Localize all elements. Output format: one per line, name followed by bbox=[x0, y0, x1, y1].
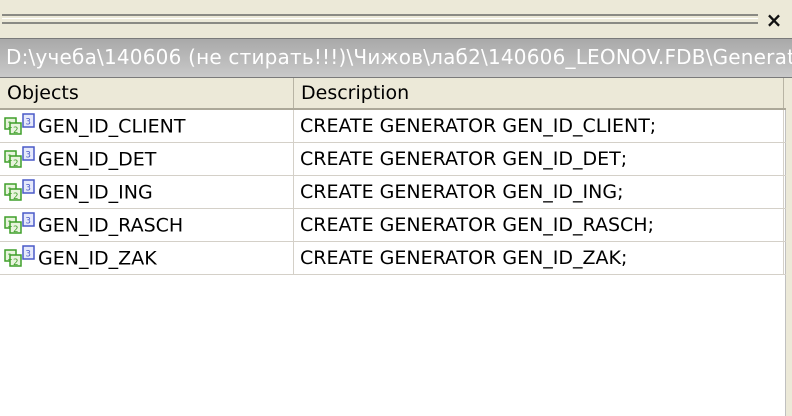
object-name: GEN_ID_DET bbox=[38, 148, 157, 171]
object-name: GEN_ID_ING bbox=[38, 181, 153, 204]
grid-header: Objects Description bbox=[0, 78, 786, 110]
svg-text:2: 2 bbox=[13, 225, 18, 235]
svg-text:1: 1 bbox=[7, 154, 12, 164]
object-name: GEN_ID_ZAK bbox=[38, 247, 157, 270]
object-cell[interactable]: 1 2 3 GEN_ID_CLIENT bbox=[0, 110, 294, 142]
object-name: GEN_ID_CLIENT bbox=[38, 115, 186, 138]
object-cell[interactable]: 1 2 3 GEN_ID_ING bbox=[0, 176, 294, 208]
grip-lines bbox=[2, 14, 758, 24]
panel-grip-bar[interactable]: × bbox=[0, 0, 792, 36]
svg-text:3: 3 bbox=[26, 217, 31, 227]
description-cell[interactable]: CREATE GENERATOR GEN_ID_CLIENT; bbox=[294, 110, 784, 142]
column-header-description[interactable]: Description bbox=[294, 78, 784, 108]
generator-icon: 123 bbox=[4, 244, 36, 270]
svg-text:1: 1 bbox=[7, 187, 12, 197]
svg-text:3: 3 bbox=[26, 184, 31, 194]
objects-grid: Objects Description 1 2 3 GEN_ID_CLIENT CREA… bbox=[0, 78, 786, 416]
svg-text:1: 1 bbox=[7, 253, 12, 263]
generator-icon: 123 bbox=[4, 112, 36, 138]
object-cell[interactable]: 1 2 3 GEN_ID_RASCH bbox=[0, 209, 294, 241]
generator-icon: 123 bbox=[4, 178, 36, 204]
column-header-objects[interactable]: Objects bbox=[0, 78, 294, 108]
description-cell[interactable]: CREATE GENERATOR GEN_ID_ING; bbox=[294, 176, 784, 208]
object-path-text: D:\учеба\140606 (не стирать!!!)\Чижов\ла… bbox=[6, 45, 792, 69]
description-cell[interactable]: CREATE GENERATOR GEN_ID_ZAK; bbox=[294, 242, 784, 274]
svg-text:3: 3 bbox=[26, 151, 31, 161]
generators-panel: × D:\учеба\140606 (не стирать!!!)\Чижов\… bbox=[0, 0, 792, 416]
table-row[interactable]: 1 2 3 GEN_ID_ING CREATE GENERATOR GEN_ID_ING… bbox=[0, 176, 786, 209]
svg-text:1: 1 bbox=[7, 220, 12, 230]
object-name: GEN_ID_RASCH bbox=[38, 214, 184, 237]
object-cell[interactable]: 1 2 3 GEN_ID_DET bbox=[0, 143, 294, 175]
svg-text:2: 2 bbox=[13, 192, 18, 202]
svg-text:2: 2 bbox=[13, 258, 18, 268]
svg-text:3: 3 bbox=[26, 250, 31, 260]
svg-text:2: 2 bbox=[13, 159, 18, 169]
object-cell[interactable]: 1 2 3 GEN_ID_ZAK bbox=[0, 242, 294, 274]
generator-icon: 123 bbox=[4, 211, 36, 237]
table-row[interactable]: 1 2 3 GEN_ID_RASCH CREATE GENERATOR GEN_ID_R… bbox=[0, 209, 786, 242]
svg-text:1: 1 bbox=[7, 121, 12, 131]
table-row[interactable]: 1 2 3 GEN_ID_CLIENT CREATE GENERATOR GEN_ID_… bbox=[0, 110, 786, 143]
description-cell[interactable]: CREATE GENERATOR GEN_ID_DET; bbox=[294, 143, 784, 175]
description-cell[interactable]: CREATE GENERATOR GEN_ID_RASCH; bbox=[294, 209, 784, 241]
table-row[interactable]: 1 2 3 GEN_ID_ZAK CREATE GENERATOR GEN_ID_ZAK… bbox=[0, 242, 786, 275]
table-row[interactable]: 1 2 3 GEN_ID_DET CREATE GENERATOR GEN_ID_DET… bbox=[0, 143, 786, 176]
svg-text:3: 3 bbox=[26, 118, 31, 128]
object-path-bar: D:\учеба\140606 (не стирать!!!)\Чижов\ла… bbox=[0, 38, 792, 78]
grid-rows: 1 2 3 GEN_ID_CLIENT CREATE GENERATOR GEN_ID_… bbox=[0, 110, 786, 275]
generator-icon: 123 bbox=[4, 145, 36, 171]
close-button[interactable]: × bbox=[764, 8, 784, 32]
svg-text:2: 2 bbox=[13, 126, 18, 136]
